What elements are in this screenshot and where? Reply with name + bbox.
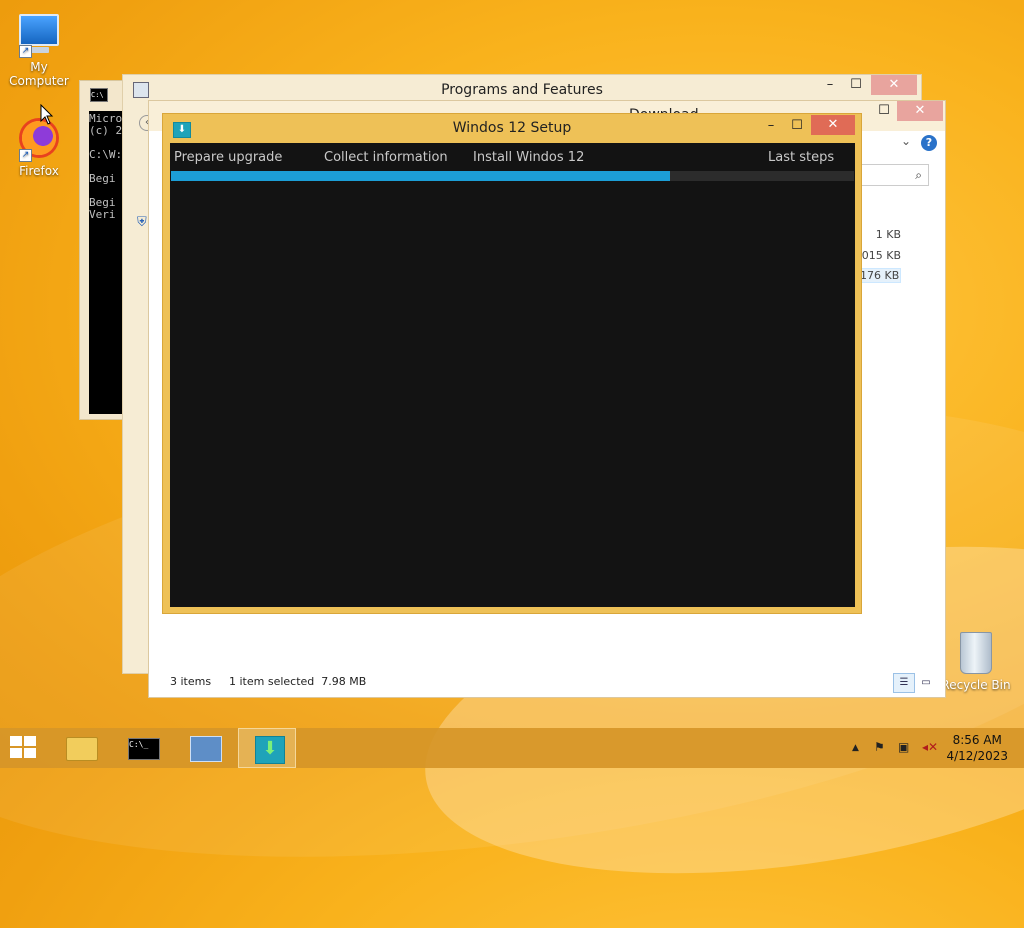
file-size[interactable]: 176 KB xyxy=(857,268,901,283)
start-button[interactable] xyxy=(0,728,48,768)
progress-bar xyxy=(171,171,854,181)
minimize-button[interactable]: – xyxy=(819,75,841,95)
folder-icon xyxy=(66,737,98,761)
desktop-icon-label: Recycle Bin xyxy=(941,678,1011,692)
shortcut-arrow-icon: ↗ xyxy=(19,149,32,162)
network-icon[interactable]: ▣ xyxy=(898,740,909,754)
large-icons-view-button[interactable]: ▭ xyxy=(915,673,937,693)
cmd-icon: C:\_ xyxy=(128,738,160,760)
control-panel-icon xyxy=(190,736,222,762)
cmd-icon: C:\ xyxy=(90,88,108,102)
windows-logo-icon xyxy=(10,736,38,760)
taskbar-file-explorer[interactable] xyxy=(52,728,110,768)
maximize-button[interactable]: ☐ xyxy=(845,75,867,95)
step-collect-information: Collect information xyxy=(324,150,448,165)
step-prepare-upgrade: Prepare upgrade xyxy=(174,150,283,165)
status-bar: 3 items 1 item selected 7.98 MB ☰ ▭ xyxy=(149,669,945,697)
file-size: 1 KB xyxy=(875,228,901,241)
download-icon: ⬇ xyxy=(255,736,285,764)
volume-muted-icon[interactable]: ◂✕ xyxy=(922,740,938,754)
file-details-column: ⌄ ? ⌕ xyxy=(861,131,945,691)
step-last-steps: Last steps xyxy=(768,150,835,165)
taskbar-control-panel[interactable] xyxy=(176,728,234,768)
shortcut-arrow-icon: ↗ xyxy=(19,45,32,58)
desktop-icon-firefox[interactable]: ↗ Firefox xyxy=(0,118,78,178)
action-center-flag-icon[interactable]: ⚑ xyxy=(874,740,885,754)
desktop-icon-label: My Computer xyxy=(9,60,69,88)
window-title: Programs and Features xyxy=(441,82,603,98)
step-install: Install Windos 12 xyxy=(473,150,585,165)
progress-fill xyxy=(171,171,670,181)
clock-date: 4/12/2023 xyxy=(946,749,1008,763)
firefox-icon: ↗ xyxy=(17,118,61,162)
status-selection: 1 item selected 7.98 MB xyxy=(229,675,367,688)
search-input[interactable]: ⌕ xyxy=(861,164,929,186)
close-button[interactable]: ✕ xyxy=(871,75,917,95)
window-title: Windos 12 Setup xyxy=(452,120,572,136)
show-hidden-icons-chevron[interactable]: ▲ xyxy=(852,743,859,753)
shield-icon: ⛨ xyxy=(137,215,147,230)
setup-window[interactable]: ⬇ Windos 12 Setup – ☐ ✕ Prepare upgrade … xyxy=(162,113,862,614)
chevron-down-icon[interactable]: ⌄ xyxy=(901,134,911,148)
maximize-button[interactable]: ☐ xyxy=(873,101,895,121)
taskbar-setup[interactable]: ⬇ xyxy=(238,728,296,768)
desktop-icon-recycle-bin[interactable]: Recycle Bin xyxy=(937,632,1015,692)
clock-time: 8:56 AM xyxy=(952,733,1002,747)
taskbar-command-prompt[interactable]: C:\_ xyxy=(114,728,172,768)
setup-content: Prepare upgrade Collect information Inst… xyxy=(170,143,855,607)
maximize-button[interactable]: ☐ xyxy=(787,116,807,136)
system-clock[interactable]: 8:56 AM 4/12/2023 xyxy=(946,732,1008,764)
recycle-bin-icon xyxy=(954,632,998,676)
desktop-icon-my-computer[interactable]: ↗ My Computer xyxy=(0,10,78,88)
file-size: 015 KB xyxy=(861,249,901,262)
minimize-button[interactable]: – xyxy=(761,116,781,136)
search-icon[interactable]: ⌕ xyxy=(915,168,922,183)
computer-icon: ↗ xyxy=(17,14,61,58)
desktop-icon-label: Firefox xyxy=(19,164,59,178)
help-icon[interactable]: ? xyxy=(921,135,937,151)
close-button[interactable]: ✕ xyxy=(811,115,855,135)
taskbar: C:\_ ⬇ ▲ ⚑ ▣ ◂✕ 8:56 AM 4/12/2023 xyxy=(0,728,1024,768)
mouse-cursor-icon xyxy=(40,104,54,125)
window-titlebar[interactable]: ⬇ Windos 12 Setup – ☐ ✕ xyxy=(163,114,861,142)
close-button[interactable]: ✕ xyxy=(897,101,943,121)
status-item-count: 3 items xyxy=(170,675,212,688)
details-view-button[interactable]: ☰ xyxy=(893,673,915,693)
